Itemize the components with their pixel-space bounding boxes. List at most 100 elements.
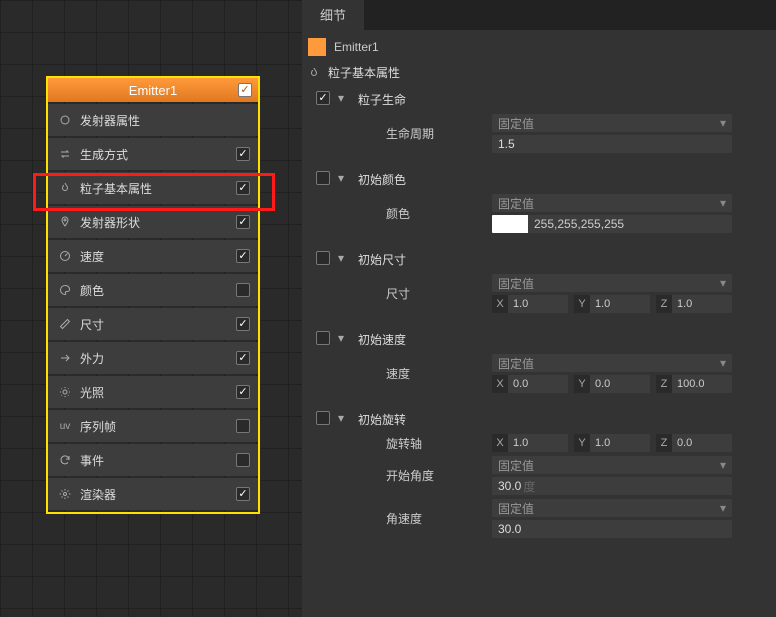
prop-label: 发射器属性 <box>80 112 250 129</box>
color-mode[interactable]: 固定值 <box>492 194 732 212</box>
emitter-enable-checkbox[interactable] <box>238 83 252 97</box>
life-label: 粒子生命 <box>358 91 406 108</box>
speed-x[interactable]: X0.0 <box>492 375 568 393</box>
canvas-area: Emitter1 发射器属性生成方式粒子基本属性发射器形状速度颜色尺寸外力光照u… <box>0 0 302 617</box>
expand-icon[interactable]: ▾ <box>338 91 350 105</box>
life-period-label: 生命周期 <box>308 125 492 142</box>
prop-row-emitter-props[interactable]: 发射器属性 <box>48 104 258 136</box>
fire-icon <box>56 182 74 194</box>
group-init-rot: ▾ 初始旋转 <box>308 407 770 432</box>
color-value: 255,255,255,255 <box>528 215 732 233</box>
gear-icon <box>56 488 74 500</box>
life-checkbox[interactable] <box>316 91 330 105</box>
prop-row-spawn-mode[interactable]: 生成方式 <box>48 138 258 170</box>
speed-mode[interactable]: 固定值 <box>492 354 732 372</box>
speed-y[interactable]: Y0.0 <box>574 375 650 393</box>
rot-axis-xyz: X1.0 Y1.0 Z0.0 <box>492 434 732 452</box>
prop-row-size[interactable]: 尺寸 <box>48 308 258 340</box>
init-color-checkbox[interactable] <box>316 171 330 185</box>
prop-row-emitter-shape[interactable]: 发射器形状 <box>48 206 258 238</box>
rot-axis-y[interactable]: Y1.0 <box>574 434 650 452</box>
section-title: 粒子基本属性 <box>302 60 776 85</box>
rot-axis-z[interactable]: Z0.0 <box>656 434 732 452</box>
color-label: 颜色 <box>308 205 492 222</box>
sequence-frame-checkbox[interactable] <box>236 419 250 433</box>
circle-icon <box>56 114 74 126</box>
prop-row-external-force[interactable]: 外力 <box>48 342 258 374</box>
renderer-checkbox[interactable] <box>236 487 250 501</box>
expand-icon[interactable]: ▾ <box>338 171 350 185</box>
swap-icon <box>56 148 74 160</box>
life-period-mode[interactable]: 固定值 <box>492 114 732 132</box>
emitter-shape-checkbox[interactable] <box>236 215 250 229</box>
detail-emitter-name: Emitter1 <box>334 40 379 54</box>
prop-label: 发射器形状 <box>80 214 236 231</box>
expand-icon[interactable]: ▾ <box>338 251 350 265</box>
size-x[interactable]: X1.0 <box>492 295 568 313</box>
expand-icon[interactable]: ▾ <box>338 331 350 345</box>
prop-row-speed[interactable]: 速度 <box>48 240 258 272</box>
life-period-row: 生命周期 固定值 1.5 <box>308 112 770 155</box>
uv-icon: uv <box>56 421 74 432</box>
ruler-icon <box>56 318 74 330</box>
size-xyz: X1.0 Y1.0 Z1.0 <box>492 295 732 313</box>
color-swatch[interactable] <box>492 215 528 233</box>
refresh-icon <box>56 454 74 466</box>
emitter-color-swatch[interactable] <box>308 38 326 56</box>
size-checkbox[interactable] <box>236 317 250 331</box>
init-size-checkbox[interactable] <box>316 251 330 265</box>
group-life: ▾ 粒子生命 <box>308 87 770 112</box>
init-rot-label: 初始旋转 <box>358 411 406 428</box>
event-checkbox[interactable] <box>236 453 250 467</box>
prop-row-lighting[interactable]: 光照 <box>48 376 258 408</box>
prop-row-renderer[interactable]: 渲染器 <box>48 478 258 510</box>
prop-row-color[interactable]: 颜色 <box>48 274 258 306</box>
rot-angvel-value[interactable]: 30.0 <box>492 520 732 538</box>
prop-label: 粒子基本属性 <box>80 180 236 197</box>
color-field[interactable]: 255,255,255,255 <box>492 215 732 233</box>
lighting-checkbox[interactable] <box>236 385 250 399</box>
prop-label: 外力 <box>80 350 236 367</box>
rot-start-mode[interactable]: 固定值 <box>492 456 732 474</box>
palette-icon <box>56 284 74 296</box>
size-label: 尺寸 <box>308 285 492 302</box>
prop-label: 序列帧 <box>80 418 236 435</box>
prop-row-sequence-frame[interactable]: uv 序列帧 <box>48 410 258 442</box>
tab-details[interactable]: 细节 <box>302 0 364 30</box>
prop-label: 事件 <box>80 452 236 469</box>
group-init-speed: ▾ 初始速度 <box>308 327 770 352</box>
prop-label: 渲染器 <box>80 486 236 503</box>
speed-checkbox[interactable] <box>236 249 250 263</box>
speed-z[interactable]: Z100.0 <box>656 375 732 393</box>
emitter-header[interactable]: Emitter1 <box>48 78 258 102</box>
rot-angvel-mode[interactable]: 固定值 <box>492 499 732 517</box>
color-checkbox[interactable] <box>236 283 250 297</box>
rot-start-label: 开始角度 <box>308 467 492 484</box>
prop-row-event[interactable]: 事件 <box>48 444 258 476</box>
init-speed-checkbox[interactable] <box>316 331 330 345</box>
expand-icon[interactable]: ▾ <box>338 411 350 425</box>
init-size-label: 初始尺寸 <box>358 251 406 268</box>
init-rot-checkbox[interactable] <box>316 411 330 425</box>
group-init-color: ▾ 初始颜色 <box>308 167 770 192</box>
init-speed-row: 速度 固定值 X0.0 Y0.0 Z100.0 <box>308 352 770 395</box>
spawn-mode-checkbox[interactable] <box>236 147 250 161</box>
external-force-checkbox[interactable] <box>236 351 250 365</box>
group-init-size: ▾ 初始尺寸 <box>308 247 770 272</box>
prop-row-particle-base[interactable]: 粒子基本属性 <box>48 172 258 204</box>
rot-axis-row: 旋转轴 X1.0 Y1.0 Z0.0 <box>308 432 770 454</box>
arrows-icon <box>56 352 74 364</box>
rot-start-value[interactable]: 30.0度 <box>492 477 732 495</box>
life-period-value[interactable]: 1.5 <box>492 135 732 153</box>
size-z[interactable]: Z1.0 <box>656 295 732 313</box>
size-mode[interactable]: 固定值 <box>492 274 732 292</box>
rot-start-row: 开始角度 固定值 30.0度 <box>308 454 770 497</box>
pin-icon <box>56 216 74 228</box>
particle-base-checkbox[interactable] <box>236 181 250 195</box>
emitter-outline: Emitter1 发射器属性生成方式粒子基本属性发射器形状速度颜色尺寸外力光照u… <box>46 76 260 514</box>
rot-axis-x[interactable]: X1.0 <box>492 434 568 452</box>
detail-body: ▾ 粒子生命 生命周期 固定值 1.5 ▾ 初始颜色 颜色 固定值 <box>302 85 776 546</box>
detail-header: Emitter1 <box>302 30 776 60</box>
size-y[interactable]: Y1.0 <box>574 295 650 313</box>
emitter-title: Emitter1 <box>48 83 258 98</box>
